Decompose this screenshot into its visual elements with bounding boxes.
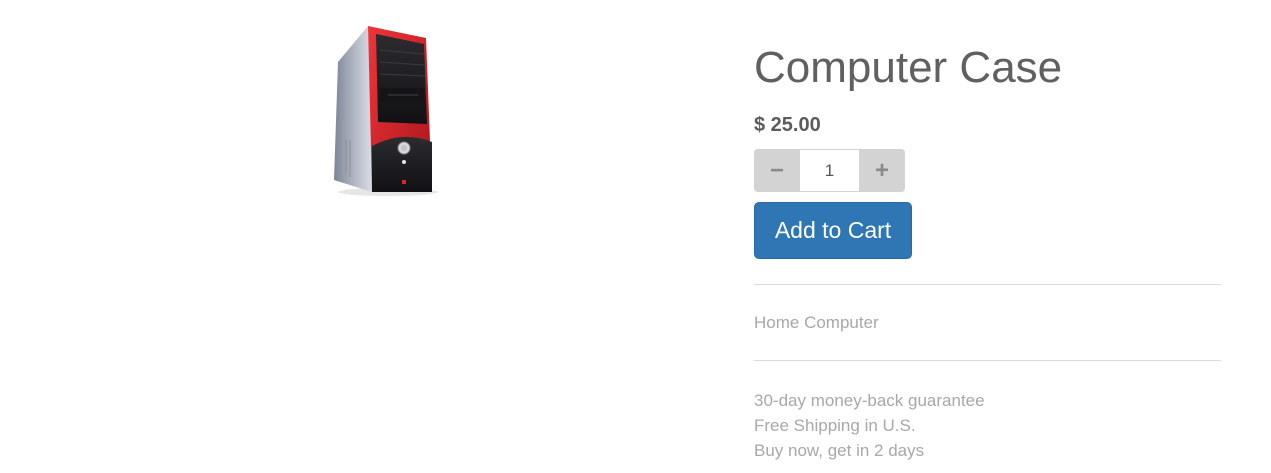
product-features: 30-day money-back guarantee Free Shippin…	[754, 388, 985, 463]
feature-item: Free Shipping in U.S.	[754, 416, 916, 435]
feature-item: 30-day money-back guarantee	[754, 391, 985, 410]
quantity-stepper: − +	[754, 149, 905, 192]
divider	[754, 284, 1221, 285]
computer-case-image	[334, 26, 438, 196]
add-to-cart-button[interactable]: Add to Cart	[754, 202, 912, 259]
quantity-input[interactable]	[800, 150, 859, 191]
product-title: Computer Case	[754, 43, 1063, 92]
product-category: Home Computer	[754, 313, 879, 332]
product-page: Computer Case $ 25.00 − + Add to Cart Ho…	[0, 0, 1271, 473]
minus-icon: −	[769, 156, 784, 184]
product-price: $ 25.00	[754, 114, 821, 136]
quantity-increment-button[interactable]: +	[859, 149, 905, 192]
feature-item: Buy now, get in 2 days	[754, 441, 925, 460]
quantity-decrement-button[interactable]: −	[754, 149, 800, 192]
product-image	[328, 22, 444, 198]
plus-icon: +	[874, 156, 889, 184]
divider	[754, 360, 1221, 361]
